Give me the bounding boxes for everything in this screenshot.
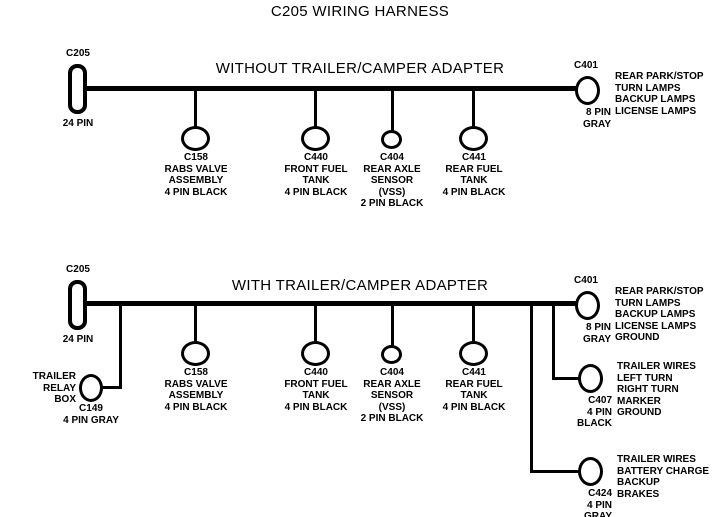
connector-pins: 4 PIN — [586, 406, 612, 418]
section-2-main-bus — [86, 301, 586, 306]
section-2-drop-c441 — [472, 305, 475, 343]
section-2-drop-c440 — [314, 305, 317, 343]
connector-pins: 4 PIN — [586, 499, 612, 511]
section-2-drop-c407 — [552, 304, 555, 380]
section-2-node-c440 — [301, 341, 330, 366]
function-line: TRAILER WIRES — [617, 454, 696, 465]
section-2-source-pins-text: 24 PIN — [62, 334, 94, 345]
section-2-end-pins: 8 PIN — [551, 322, 611, 334]
section-2-c407-functions: TRAILER WIRES LEFT TURN RIGHT TURN MARKE… — [617, 361, 720, 419]
section-2-end-color: GRAY — [551, 334, 611, 346]
section-2-c149-id-text: C149 — [79, 403, 103, 414]
section-2-end-color-text: GRAY — [583, 334, 611, 345]
section-2-c149-id: C149 — [58, 403, 124, 415]
section-2-source-pins: 24 PIN — [44, 334, 112, 346]
connector-color: GRAY — [584, 511, 612, 517]
function-line: BACKUP — [617, 477, 660, 489]
function-line: GROUND — [615, 332, 660, 344]
branch-name-line: TANK — [460, 390, 488, 402]
section-2-node-c407 — [578, 364, 603, 393]
section-2-trailer-relay-label: TRAILER RELAY BOX — [0, 371, 76, 406]
connector-id: C407 — [588, 395, 612, 406]
branch-name-line: ASSEMBLY — [168, 390, 224, 402]
section-2-c424-id: C424 4 PIN GRAY — [548, 488, 612, 517]
relay-name-line: RELAY — [43, 382, 76, 394]
wiring-harness-diagram: C205 WIRING HARNESS WITHOUT TRAILER/CAMP… — [0, 0, 720, 517]
connector-id: C424 — [588, 488, 612, 499]
section-2-node-c149 — [79, 374, 103, 402]
branch-spec: 2 PIN BLACK — [360, 413, 424, 425]
section-2-source-id-text: C205 — [66, 264, 90, 275]
section-2-node-c158 — [181, 341, 210, 366]
branch-spec: 4 PIN BLACK — [442, 401, 506, 413]
section-2-end-node — [575, 291, 600, 320]
function-line: BACKUP LAMPS — [615, 309, 696, 321]
section-2-branch-label-c158: C158 RABS VALVE ASSEMBLY 4 PIN BLACK — [135, 367, 257, 413]
branch-spec: 4 PIN BLACK — [164, 401, 228, 413]
section-2-end-id: C401 — [561, 275, 611, 287]
branch-id: C158 — [184, 367, 208, 378]
section-2-drop-c424 — [530, 304, 533, 473]
section-2-end-functions: REAR PARK/STOP TURN LAMPS BACKUP LAMPS L… — [615, 286, 720, 344]
function-line: LEFT TURN — [617, 372, 673, 384]
function-line: BATTERY CHARGE — [617, 465, 710, 477]
section-2-hseg-c149 — [100, 386, 122, 389]
function-line: MARKER — [617, 395, 661, 407]
function-line: TURN LAMPS — [615, 297, 681, 309]
function-line: REAR PARK/STOP — [615, 286, 704, 297]
section-2-source-id: C205 — [44, 264, 112, 276]
function-line: RIGHT TURN — [617, 384, 679, 396]
function-line: BRAKES — [617, 488, 660, 500]
section-2-node-c441 — [459, 341, 488, 366]
function-line: TRAILER WIRES — [617, 361, 696, 372]
function-line: LICENSE LAMPS — [615, 320, 697, 332]
section-2-c407-id: C407 4 PIN BLACK — [548, 395, 612, 430]
branch-id: C441 — [462, 367, 486, 378]
section-2-source-connector — [68, 280, 87, 330]
branch-name-line: RABS VALVE — [164, 378, 228, 390]
branch-name-line: REAR FUEL — [445, 378, 503, 390]
section-2-branch-label-c441: C441 REAR FUEL TANK 4 PIN BLACK — [414, 367, 534, 413]
section-2-heading-text: WITH TRAILER/CAMPER ADAPTER — [231, 277, 489, 294]
relay-name-line: TRAILER — [32, 371, 76, 382]
section-2-c424-functions: TRAILER WIRES BATTERY CHARGE BACKUP BRAK… — [617, 454, 720, 500]
section-2-heading: WITH TRAILER/CAMPER ADAPTER — [150, 277, 570, 294]
section-with-adapter: WITH TRAILER/CAMPER ADAPTER C205 24 PIN … — [0, 0, 720, 517]
connector-color: BLACK — [577, 418, 612, 430]
section-2-end-pins-text: 8 PIN — [585, 322, 611, 333]
section-2-drop-c404 — [391, 305, 394, 347]
section-2-c149-spec-text: 4 PIN GRAY — [63, 415, 119, 426]
section-2-end-id-text: C401 — [574, 275, 598, 286]
section-2-hseg-c424 — [530, 470, 584, 473]
section-2-c149-spec: 4 PIN GRAY — [38, 415, 144, 427]
section-2-drop-c158 — [194, 305, 197, 343]
function-line: GROUND — [617, 407, 662, 419]
section-2-node-c404 — [381, 345, 402, 364]
section-2-node-c424 — [578, 457, 603, 486]
section-2-drop-c149 — [119, 304, 122, 389]
